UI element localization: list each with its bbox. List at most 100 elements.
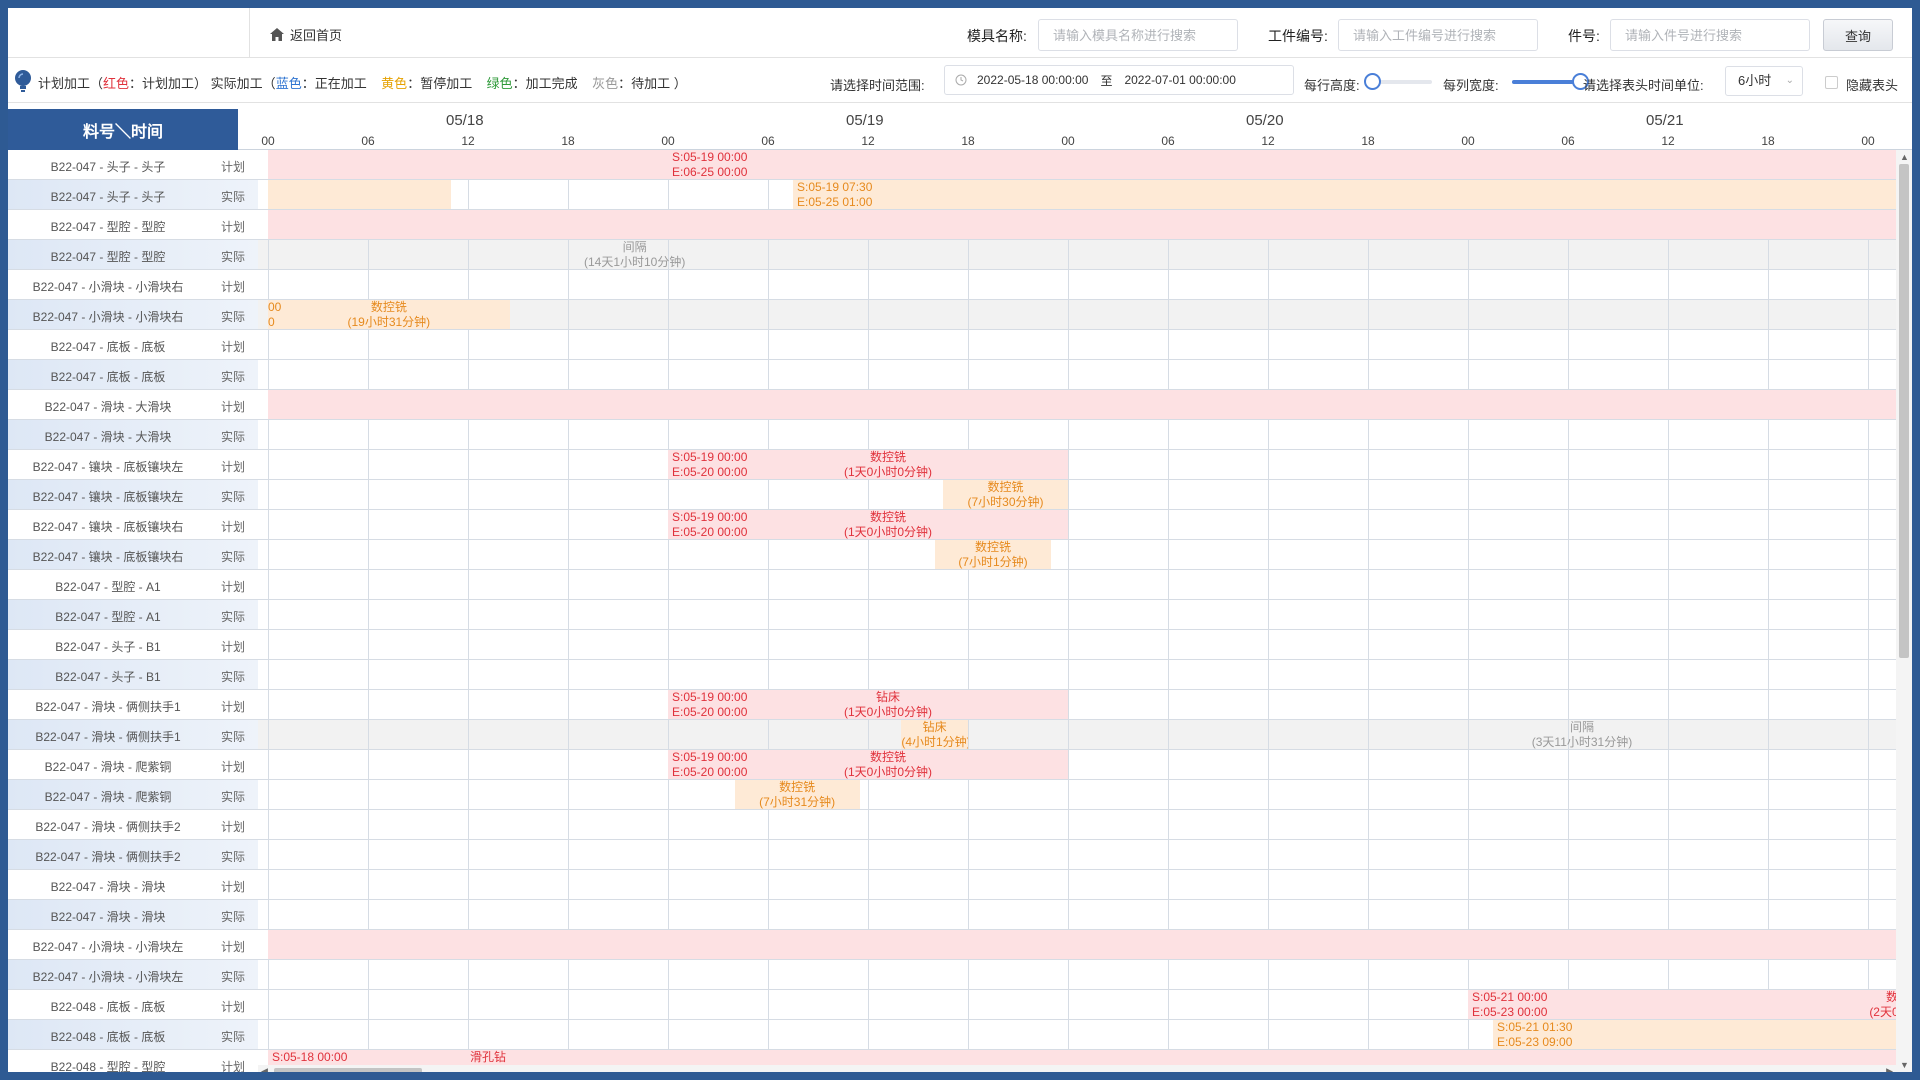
bar-text: 数控铣	[869, 510, 906, 524]
actual-bar[interactable]: S:05-19 07:30 E:05-25 01:00	[793, 180, 1896, 209]
row-label[interactable]: B22-047 - 滑块 - 大滑块 实际	[8, 420, 258, 450]
row-height-slider[interactable]	[1364, 73, 1432, 90]
row-label[interactable]: B22-047 - 滑块 - 大滑块 计划	[8, 390, 258, 420]
row-label[interactable]: B22-047 - 滑块 - 爬紫铜 计划	[8, 750, 258, 780]
plan-bar[interactable]: S:05-19 00:00 E:05-20 00:00 数控铣 (1天0小时0分钟)	[668, 510, 1068, 539]
row-label[interactable]: B22-047 - 头子 - 头子 计划	[8, 150, 258, 180]
row-label[interactable]: B22-047 - 型腔 - 型腔 实际	[8, 240, 258, 270]
status-legend: 计划加工（红色：计划加工） 实际加工（蓝色：正在加工 黄色：暂停加工 绿色：加工…	[38, 73, 687, 92]
hour-label: 00	[1461, 134, 1475, 148]
grid-row	[258, 540, 1896, 570]
row-label[interactable]: B22-047 - 头子 - B1 计划	[8, 630, 258, 660]
row-label[interactable]: B22-047 - 滑块 - 俩侧扶手1 计划	[8, 690, 258, 720]
scroll-up-icon[interactable]: ▲	[1900, 152, 1909, 162]
row-label[interactable]: B22-047 - 滑块 - 爬紫铜 实际	[8, 780, 258, 810]
home-link[interactable]: 返回首页	[270, 25, 342, 44]
actual-bar[interactable]	[268, 180, 452, 209]
range-separator: 至	[1100, 73, 1113, 88]
hour-label: 00	[1061, 134, 1075, 148]
actual-bar[interactable]: 数控铣 (19小时31分钟) 00 0	[268, 300, 510, 329]
plan-bar[interactable]: S:05-19 00:00 E:06-25 00:00	[668, 150, 778, 179]
vertical-scrollbar[interactable]: ▲ ▼	[1896, 150, 1912, 1072]
row-label[interactable]: B22-047 - 型腔 - 型腔 计划	[8, 210, 258, 240]
actual-bar[interactable]: 数控铣 (7小时31分钟)	[734, 780, 860, 809]
row-label[interactable]: B22-048 - 型腔 - 型腔 计划	[8, 1050, 258, 1072]
hide-header-checkbox[interactable]	[1825, 76, 1838, 89]
plan-bar[interactable]	[268, 210, 1896, 239]
row-label[interactable]: B22-047 - 小滑块 - 小滑块左 实际	[8, 960, 258, 990]
row-type: 实际	[220, 370, 245, 384]
grid-line	[668, 150, 669, 1066]
horizontal-scrollbar[interactable]: ◀ ▶	[258, 1065, 1896, 1072]
query-button[interactable]: 查询	[1823, 19, 1893, 51]
mold-name-input[interactable]	[1038, 19, 1238, 51]
row-label[interactable]: B22-047 - 型腔 - A1 实际	[8, 600, 258, 630]
row-type: 实际	[220, 250, 245, 264]
legend-gray: 灰色	[592, 76, 619, 91]
actual-bar[interactable]: 数控铣 (7小时30分钟)	[943, 480, 1068, 509]
bar-text: E:05-20 00:00	[672, 705, 748, 719]
legend-yellow: 黄色	[381, 76, 408, 91]
row-label[interactable]: B22-047 - 镶块 - 底板镶块右 计划	[8, 510, 258, 540]
header-unit-select[interactable]: 6小时 ⌄	[1725, 66, 1803, 96]
row-label[interactable]: B22-047 - 头子 - B1 实际	[8, 660, 258, 690]
plan-bar[interactable]: S:05-19 00:00 E:05-20 00:00 钻床 (1天0小时0分钟)	[668, 690, 1068, 719]
bar-text: S:05-19 07:30	[797, 180, 873, 194]
row-label[interactable]: B22-047 - 底板 - 底板 实际	[8, 360, 258, 390]
work-no-input[interactable]	[1338, 19, 1538, 51]
row-label[interactable]: B22-047 - 镶块 - 底板镶块左 实际	[8, 480, 258, 510]
row-label[interactable]: B22-047 - 型腔 - A1 计划	[8, 570, 258, 600]
scroll-left-icon[interactable]: ◀	[261, 1066, 268, 1072]
actual-bar[interactable]: S:05-21 01:30 E:05-23 09:00	[1493, 1020, 1896, 1049]
row-label[interactable]: B22-047 - 镶块 - 底板镶块左 计划	[8, 450, 258, 480]
plan-bar[interactable]: S:05-18 00:00 滑孔钻	[268, 1050, 1896, 1066]
plan-bar[interactable]: S:05-19 00:00 E:05-20 00:00 数控铣 (1天0小时0分钟)	[668, 750, 1068, 779]
bar-text: E:05-23 00:00	[1472, 1005, 1548, 1019]
row-label[interactable]: B22-047 - 小滑块 - 小滑块右 计划	[8, 270, 258, 300]
grid-row	[258, 600, 1896, 630]
time-range-picker[interactable]: 2022-05-18 00:00:00 至 2022-07-01 00:00:0…	[944, 65, 1294, 95]
bar-text: (1天0小时0分钟)	[843, 705, 932, 719]
day-label: 05/20	[1246, 112, 1284, 129]
row-type: 计划	[220, 400, 245, 414]
scroll-right-icon[interactable]: ▶	[1886, 1066, 1893, 1072]
row-label[interactable]: B22-047 - 头子 - 头子 实际	[8, 180, 258, 210]
actual-bar[interactable]: 数控铣 (7小时1分钟)	[934, 540, 1052, 569]
row-label[interactable]: B22-047 - 滑块 - 俩侧扶手2 实际	[8, 840, 258, 870]
legend-blue-desc: ：正在加工	[301, 76, 367, 91]
bar-text: 0	[268, 315, 275, 329]
scroll-down-icon[interactable]: ▼	[1900, 1060, 1909, 1070]
plan-bar[interactable]	[268, 150, 1896, 179]
actual-bar[interactable]: 钻床 (4小时1分钟)	[901, 720, 968, 749]
row-part-name: B22-048 - 型腔 - 型腔	[50, 1060, 166, 1072]
plan-bar[interactable]: S:05-19 00:00 E:05-20 00:00 数控铣 (1天0小时0分钟)	[668, 450, 1068, 479]
row-label[interactable]: B22-047 - 滑块 - 俩侧扶手2 计划	[8, 810, 258, 840]
plan-bar[interactable]	[268, 930, 1896, 959]
hour-label: 18	[1361, 134, 1375, 148]
bar-text: S:05-19 00:00	[672, 690, 748, 704]
plan-bar[interactable]	[268, 390, 1896, 419]
horizontal-scrollbar-thumb[interactable]	[274, 1068, 422, 1072]
row-label[interactable]: B22-047 - 底板 - 底板 计划	[8, 330, 258, 360]
part-no-input[interactable]	[1610, 19, 1810, 51]
row-type: 计划	[220, 1000, 245, 1014]
col-width-slider[interactable]	[1512, 73, 1589, 90]
plan-bar[interactable]: S:05-21 00:00E:05-23 00:00 数(2天0/	[1468, 990, 1896, 1019]
row-label[interactable]: B22-047 - 滑块 - 俩侧扶手1 实际	[8, 720, 258, 750]
range-start[interactable]: 2022-05-18 00:00:00	[977, 73, 1088, 87]
bar-text: 间隔	[622, 240, 647, 254]
bar-text: E:05-23 09:00	[1497, 1035, 1573, 1049]
row-label[interactable]: B22-047 - 小滑块 - 小滑块左 计划	[8, 930, 258, 960]
row-type: 实际	[220, 610, 245, 624]
row-label[interactable]: B22-047 - 镶块 - 底板镶块右 实际	[8, 540, 258, 570]
row-label[interactable]: B22-047 - 滑块 - 滑块 计划	[8, 870, 258, 900]
row-part-name: B22-047 - 滑块 - 俩侧扶手1	[35, 700, 181, 714]
day-label: 05/18	[446, 112, 484, 129]
range-end[interactable]: 2022-07-01 00:00:00	[1124, 73, 1235, 87]
vertical-scrollbar-thumb[interactable]	[1899, 164, 1909, 658]
row-label[interactable]: B22-048 - 底板 - 底板 实际	[8, 1020, 258, 1050]
row-label[interactable]: B22-047 - 滑块 - 滑块 实际	[8, 900, 258, 930]
row-height-slider-knob[interactable]	[1364, 73, 1381, 90]
row-label[interactable]: B22-047 - 小滑块 - 小滑块右 实际	[8, 300, 258, 330]
row-label[interactable]: B22-048 - 底板 - 底板 计划	[8, 990, 258, 1020]
